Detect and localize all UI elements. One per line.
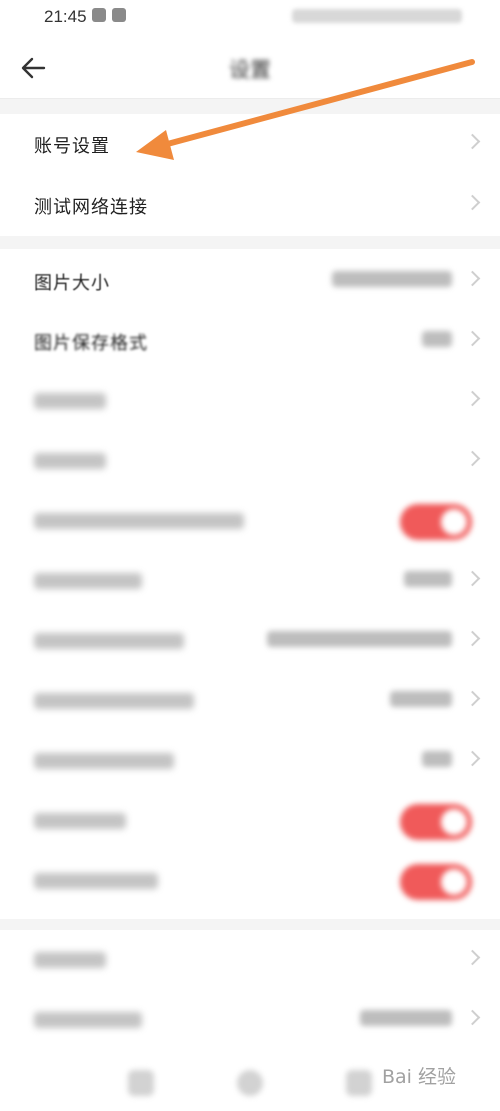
row-value: [332, 271, 452, 287]
row-value: [422, 331, 452, 347]
status-bar: 21:45: [0, 0, 500, 36]
chevron-right-icon: [464, 750, 481, 767]
settings-row-blurred[interactable]: [0, 371, 500, 431]
settings-row-blurred[interactable]: [0, 551, 500, 611]
blurred-label: [34, 393, 106, 409]
nav-home-icon[interactable]: [237, 1070, 263, 1096]
chevron-right-icon: [464, 1009, 481, 1026]
toggle-knob: [441, 809, 467, 835]
toggle-knob: [441, 509, 467, 535]
settings-row-label: 测试网络连接: [34, 197, 148, 218]
chevron-right-icon: [464, 570, 481, 587]
chevron-right-icon: [464, 194, 481, 211]
blurred-label: [34, 813, 126, 829]
other-section: [0, 930, 500, 1050]
bluetooth-icon: [112, 8, 126, 22]
settings-row-image-format[interactable]: 图片保存格式: [0, 311, 500, 371]
blurred-label: [34, 753, 174, 769]
chevron-right-icon: [464, 270, 481, 287]
settings-row-blurred[interactable]: [0, 990, 500, 1050]
nav-square-icon[interactable]: [128, 1070, 154, 1096]
status-icons: [92, 8, 126, 22]
row-value: [267, 631, 452, 647]
blurred-label: [34, 633, 184, 649]
account-section: 账号设置 测试网络连接: [0, 114, 500, 236]
settings-row-label: 账号设置: [34, 136, 110, 157]
toggle-knob: [441, 869, 467, 895]
toggle-switch[interactable]: [400, 804, 472, 840]
toggle-switch[interactable]: [400, 864, 472, 900]
settings-row-blurred[interactable]: [0, 611, 500, 671]
settings-row-blurred[interactable]: [0, 731, 500, 791]
settings-row-label: 图片保存格式: [34, 333, 148, 354]
chevron-right-icon: [464, 630, 481, 647]
settings-row-blurred[interactable]: [0, 671, 500, 731]
blurred-label: [34, 693, 194, 709]
chevron-right-icon: [464, 390, 481, 407]
settings-row-account[interactable]: 账号设置: [0, 114, 500, 174]
settings-row-label: 图片大小: [34, 273, 110, 294]
chevron-right-icon: [464, 949, 481, 966]
settings-row-blurred[interactable]: [0, 431, 500, 491]
general-section: 图片大小 图片保存格式: [0, 249, 500, 919]
page-header: 设置: [0, 36, 500, 99]
row-value: [404, 571, 452, 587]
status-right-indicators: [292, 9, 462, 23]
blurred-label: [34, 513, 244, 529]
settings-row-image-size[interactable]: 图片大小: [0, 251, 500, 311]
settings-row-blurred-toggle[interactable]: [0, 851, 500, 911]
settings-row-blurred-toggle[interactable]: [0, 791, 500, 851]
toggle-switch[interactable]: [400, 504, 472, 540]
blurred-label: [34, 573, 142, 589]
row-value: [390, 691, 452, 707]
chevron-right-icon: [464, 450, 481, 467]
page-title: 设置: [229, 58, 271, 82]
settings-row-network-test[interactable]: 测试网络连接: [0, 175, 500, 235]
status-time: 21:45: [44, 7, 87, 26]
blurred-label: [34, 952, 106, 968]
settings-row-blurred-toggle[interactable]: [0, 491, 500, 551]
chevron-right-icon: [464, 133, 481, 150]
settings-row-blurred[interactable]: [0, 930, 500, 990]
blurred-label: [34, 873, 158, 889]
chevron-right-icon: [464, 690, 481, 707]
alarm-icon: [92, 8, 106, 22]
baidu-jingyan-watermark: Bai 经验: [382, 1066, 456, 1088]
blurred-label: [34, 453, 106, 469]
row-value: [360, 1010, 452, 1026]
nav-back-icon[interactable]: [346, 1070, 372, 1096]
row-value: [422, 751, 452, 767]
chevron-right-icon: [464, 330, 481, 347]
blurred-label: [34, 1012, 142, 1028]
